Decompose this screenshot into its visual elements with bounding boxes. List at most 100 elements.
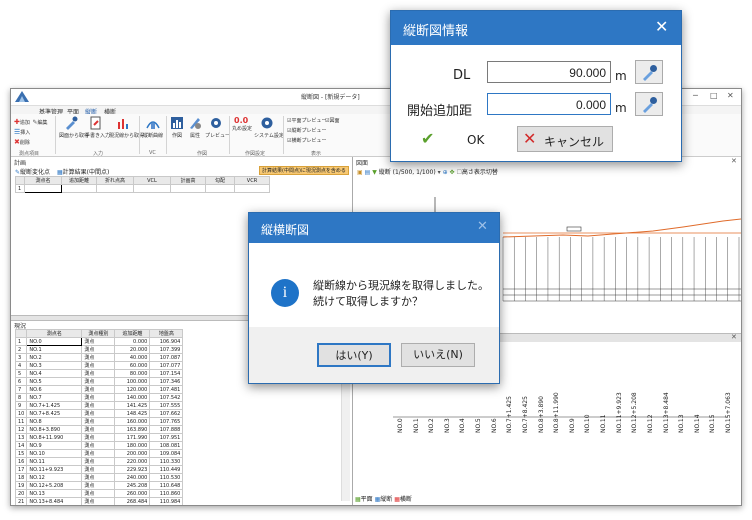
add-button[interactable]: ✚追加 ✎編集 [14,117,47,126]
table-cell[interactable]: NO.3 [26,361,83,370]
rounding-settings-button[interactable]: 0.0 丸め設定 [232,116,252,132]
table-row[interactable]: 3 NO.2 測点 40.000 107.087 [14,353,184,362]
table-row[interactable]: 8 NO.7 測点 140.000 107.542 [14,393,184,402]
table-cell[interactable]: 260.000 [114,489,151,498]
table-cell[interactable]: 20.000 [114,345,151,354]
chevron-down-icon[interactable]: ▾ [438,169,441,176]
table-cell[interactable]: 180.000 [114,441,151,450]
table-cell[interactable]: 107.077 [149,361,184,370]
table-cell[interactable]: NO.8+3.890 [26,425,83,434]
table-row[interactable]: 5 NO.4 測点 80.000 107.154 [14,369,184,378]
table-cell[interactable]: 測点 [81,417,116,426]
table-cell[interactable]: NO.11 [26,457,83,466]
table-cell[interactable]: 測点 [81,337,116,346]
close-icon[interactable]: ✕ [477,219,488,234]
table-cell[interactable]: 110.530 [149,473,184,482]
vertical-curve-button[interactable]: 縦断曲線 [143,116,163,139]
tab-calc-result[interactable]: ▦計算結果(中間点) [57,167,109,176]
table-cell[interactable]: 測点 [81,449,116,458]
table-cell[interactable]: NO.13 [26,489,83,498]
table-cell[interactable]: 測点 [81,401,116,410]
scale-selector[interactable]: 縦断 (1/500, 1/100) [379,169,436,176]
table-cell[interactable]: 測点 [81,473,116,482]
table-cell[interactable]: NO.0 [26,337,83,346]
dl-input[interactable]: 90.000 [487,61,611,83]
plan-preview-checkbox[interactable]: ☑平面プレビュー [287,117,327,124]
plan-cell[interactable] [234,184,270,193]
plan-cell[interactable] [133,184,171,193]
down-arrow-icon[interactable]: ▼ [372,169,377,176]
tab-profile[interactable]: 縦断 [380,496,392,503]
table-cell[interactable]: 測点 [81,433,116,442]
table-cell[interactable]: 220.000 [114,457,151,466]
plan-cell[interactable] [96,184,134,193]
table-cell[interactable]: 107.662 [149,409,184,418]
plan-cell-station-name[interactable] [24,184,62,193]
get-from-current-line-button[interactable]: 現況線から取得 [109,116,144,139]
table-row[interactable]: 10 NO.7+8.425 測点 148.425 107.662 [14,409,184,418]
table-cell[interactable]: NO.7+1.425 [26,401,83,410]
table-row[interactable]: 1 NO.0 測点 0.000 106.904 [14,337,184,346]
plan-cell[interactable] [205,184,235,193]
table-cell[interactable]: 107.555 [149,401,184,410]
table-cell[interactable]: 80.000 [114,369,151,378]
table-cell[interactable]: NO.8+11.990 [26,433,83,442]
cross-preview-checkbox[interactable]: ☑横断プレビュー [287,137,327,144]
table-cell[interactable]: 245.208 [114,481,151,490]
table-cell[interactable]: 141.425 [114,401,151,410]
table-cell[interactable]: 110.984 [149,497,184,505]
table-row[interactable]: 12 NO.8+3.890 測点 163.890 107.888 [14,425,184,434]
table-cell[interactable]: 測点 [81,393,116,402]
system-settings-button[interactable]: システム設定 [254,116,284,139]
table-cell[interactable]: 107.087 [149,353,184,362]
cancel-button[interactable]: ✕ キャンセル [517,126,613,152]
attribute-button[interactable]: 属性 [187,116,203,139]
yes-button[interactable]: はい(Y) [317,343,391,367]
table-cell[interactable]: 110.449 [149,465,184,474]
table-cell[interactable]: 107.542 [149,393,184,402]
table-cell[interactable]: 測点 [81,361,116,370]
table-row[interactable]: 11 NO.8 測点 160.000 107.765 [14,417,184,426]
table-cell[interactable]: NO.9 [26,441,83,450]
table-cell[interactable]: 160.000 [114,417,151,426]
table-cell[interactable]: 測点 [81,497,116,505]
table-cell[interactable]: 60.000 [114,361,151,370]
table-cell[interactable]: 110.330 [149,457,184,466]
table-cell[interactable]: NO.12 [26,473,83,482]
table-cell[interactable]: NO.8 [26,417,83,426]
table-cell[interactable]: 107.481 [149,385,184,394]
table-cell[interactable]: NO.1 [26,345,83,354]
pan-icon[interactable]: ✥ [450,169,455,176]
table-row[interactable]: 13 NO.8+11.990 測点 171.990 107.951 [14,433,184,442]
minimize-button[interactable]: ─ [693,91,698,100]
table-row[interactable]: 7 NO.6 測点 120.000 107.481 [14,385,184,394]
table-cell[interactable]: 268.484 [114,497,151,505]
table-cell[interactable]: 107.346 [149,377,184,386]
table-row[interactable]: 14 NO.9 測点 180.000 108.081 [14,441,184,450]
table-cell[interactable]: 107.399 [149,345,184,354]
tab-cross[interactable]: 横断 [400,496,412,503]
table-cell[interactable]: 0.000 [114,337,151,346]
table-cell[interactable]: 107.951 [149,433,184,442]
table-cell[interactable]: 測点 [81,353,116,362]
table-cell[interactable]: 109.084 [149,449,184,458]
table-cell[interactable]: 108.081 [149,441,184,450]
table-cell[interactable]: 110.648 [149,481,184,490]
save-icon[interactable]: ▤ [365,169,371,176]
drawing-checkbox[interactable]: ☑図面 [325,117,340,124]
table-cell[interactable]: 229.923 [114,465,151,474]
table-cell[interactable]: NO.6 [26,385,83,394]
table-cell[interactable]: 測点 [81,369,116,378]
table-cell[interactable]: NO.11+9.923 [26,465,83,474]
no-button[interactable]: いいえ(N) [401,343,475,367]
start-distance-input[interactable]: 0.000 [487,93,611,115]
table-cell[interactable]: 107.154 [149,369,184,378]
draw-button[interactable]: 作図 [169,116,185,139]
tab-vertical-change-point[interactable]: ✎縦断変化点 [15,167,50,176]
table-cell[interactable]: NO.4 [26,369,83,378]
table-cell[interactable]: 測点 [81,385,116,394]
table-cell[interactable]: 測点 [81,465,116,474]
include-current-station-toggle[interactable]: 計算結果(中間点)に現況測点を含める [259,166,349,175]
table-cell[interactable]: NO.7 [26,393,83,402]
table-cell[interactable]: 測点 [81,457,116,466]
